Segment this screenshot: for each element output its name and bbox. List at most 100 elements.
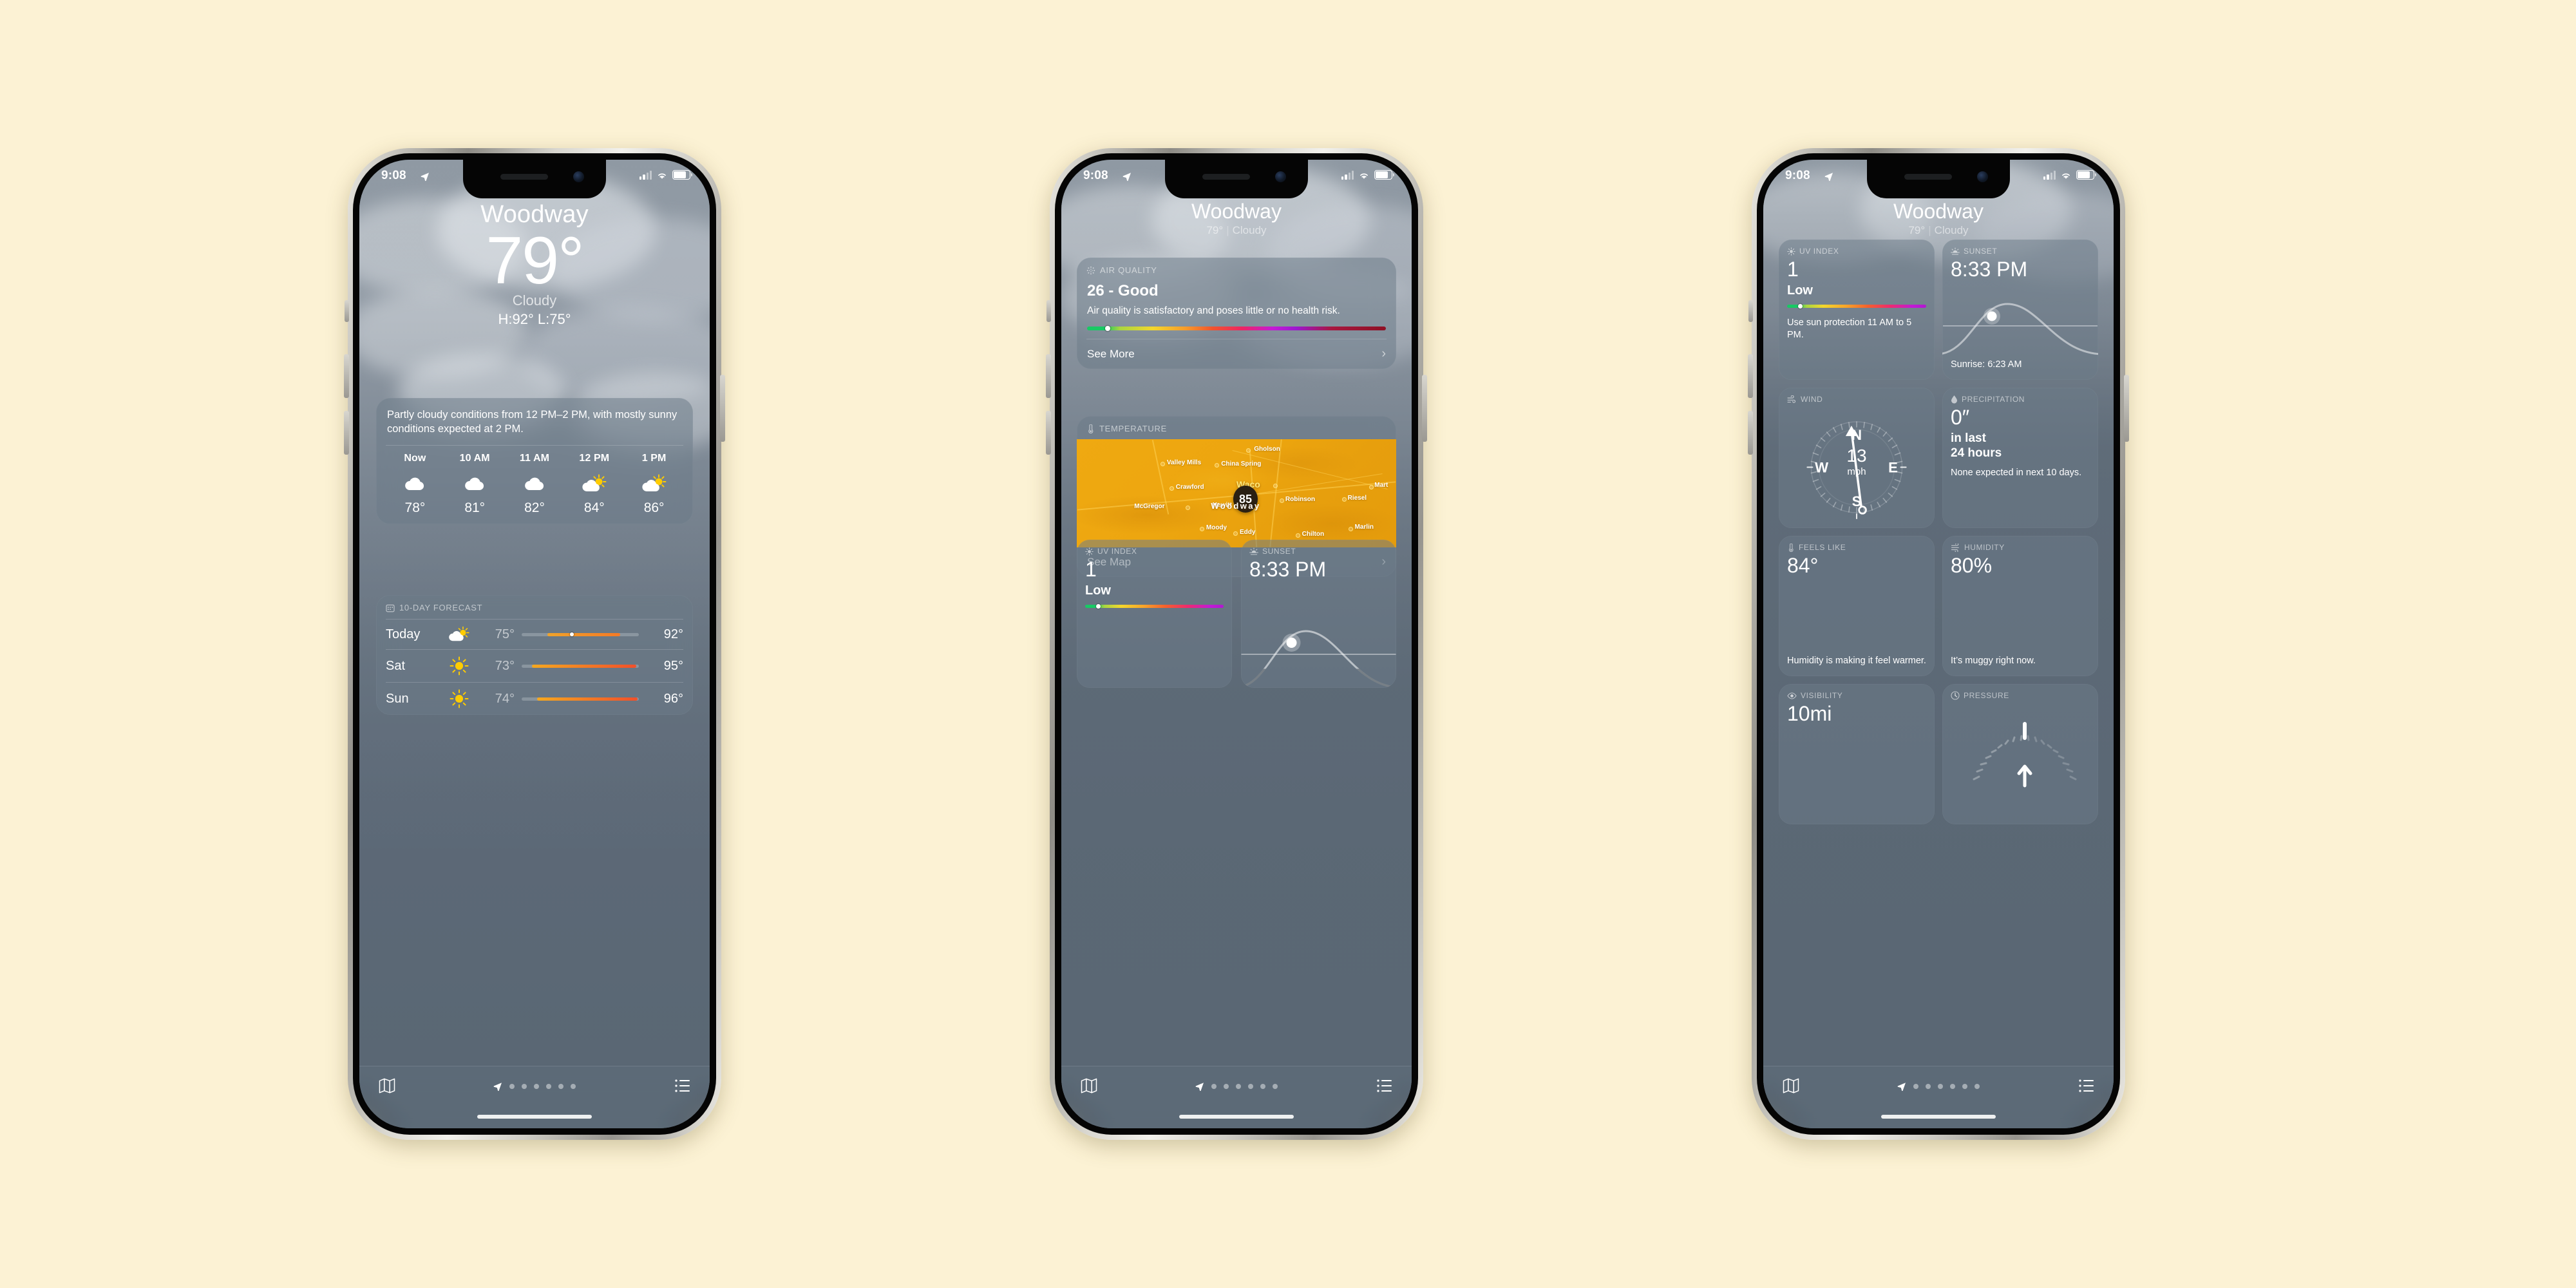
wind-header: WIND (1779, 388, 1935, 404)
cellular-bars-icon (2043, 170, 2056, 180)
uv-index-value: 1 (1085, 558, 1097, 581)
page-dot[interactable] (1211, 1084, 1217, 1089)
pressure-card[interactable]: PRESSURE (1942, 684, 2098, 824)
temperature-map-image[interactable]: Gholson Valley Mills China Spring Crawfo… (1077, 439, 1396, 547)
page-dot[interactable] (1950, 1084, 1955, 1089)
cloud-sun-icon (624, 471, 684, 497)
humidity-header: HUMIDITY (1942, 536, 2098, 552)
page-dot[interactable] (1236, 1084, 1241, 1089)
wind-card[interactable]: WIND N W E S 13 mph (1779, 388, 1935, 528)
uv-index-header-label: UV INDEX (1097, 547, 1137, 556)
ten-day-forecast-card[interactable]: 10-DAY FORECAST Today 75° 92° Sat 73° 95… (376, 595, 693, 715)
uv-index-header: UV INDEX (1077, 540, 1232, 556)
mute-switch[interactable] (1748, 300, 1753, 322)
hour-label: Now (404, 452, 426, 464)
page-dot[interactable] (522, 1084, 527, 1089)
uv-index-level: Low (1085, 583, 1111, 598)
air-quality-scale (1087, 326, 1386, 332)
sunset-header-label: SUNSET (1262, 547, 1296, 556)
list-icon[interactable] (1377, 1079, 1392, 1093)
page-indicator[interactable] (1897, 1082, 1980, 1091)
list-icon[interactable] (675, 1079, 690, 1093)
hourly-item[interactable]: 1 PM 86° (624, 453, 684, 516)
map-icon[interactable] (379, 1077, 395, 1094)
sunset-card[interactable]: SUNSET 8:33 PM (1241, 540, 1396, 688)
volume-up-button[interactable] (1748, 354, 1753, 398)
see-more-button[interactable]: See More › (1077, 339, 1396, 369)
page-dot[interactable] (546, 1084, 551, 1089)
precipitation-header: PRECIPITATION (1942, 388, 2098, 404)
map-town-label: Riesel (1347, 494, 1367, 502)
map-icon[interactable] (1783, 1077, 1799, 1094)
mute-switch[interactable] (1046, 300, 1051, 322)
page-title: Woodway (1893, 200, 1984, 223)
wifi-icon (658, 173, 666, 179)
page-dot[interactable] (1913, 1084, 1918, 1089)
hourly-item[interactable]: 12 PM 84° (564, 453, 624, 516)
forecast-row[interactable]: Sat 73° 95° (376, 650, 693, 682)
page-dot[interactable] (1260, 1084, 1265, 1089)
hourly-item[interactable]: Now 78° (385, 453, 445, 516)
page-dot[interactable] (1962, 1084, 1967, 1089)
page-indicator[interactable] (493, 1082, 576, 1091)
uv-index-scale (1085, 604, 1224, 609)
hourly-item[interactable]: 11 AM 82° (505, 453, 565, 516)
power-button[interactable] (720, 375, 725, 442)
page-dot[interactable] (509, 1084, 515, 1089)
home-indicator[interactable] (1881, 1115, 1996, 1119)
volume-up-button[interactable] (344, 354, 349, 398)
chevron-right-icon: › (1381, 346, 1386, 361)
cloud-sun-icon (564, 471, 624, 497)
precipitation-card[interactable]: PRECIPITATION 0″ in last 24 hours None e… (1942, 388, 2098, 528)
volume-down-button[interactable] (1748, 411, 1753, 455)
volume-up-button[interactable] (1046, 354, 1051, 398)
volume-down-button[interactable] (1046, 411, 1051, 455)
sunset-header: SUNSET (1241, 540, 1396, 556)
air-quality-card[interactable]: AIR QUALITY 26 - Good Air quality is sat… (1077, 258, 1396, 370)
sun-icon (1085, 547, 1094, 556)
hour-temp: 82° (524, 500, 545, 515)
visibility-card[interactable]: VISIBILITY 10mi (1779, 684, 1935, 824)
humidity-note: It’s muggy right now. (1951, 656, 2036, 667)
page-dot[interactable] (1224, 1084, 1229, 1089)
hourly-row[interactable]: Now 78° 10 AM 81° 11 AM 82° 12 PM 84° 1 … (376, 446, 693, 524)
home-indicator[interactable] (477, 1115, 592, 1119)
mute-switch[interactable] (345, 300, 349, 322)
location-arrow-icon (1122, 172, 1132, 181)
page-dot[interactable] (1938, 1084, 1943, 1089)
volume-down-button[interactable] (344, 411, 349, 455)
page-dot[interactable] (558, 1084, 564, 1089)
status-time: 9:08 (1083, 169, 1108, 182)
sunset-card[interactable]: SUNSET 8:33 PM Sunrise: 6:23 AM (1942, 240, 2098, 380)
page-title: Woodway (1191, 200, 1282, 223)
visibility-value: 10mi (1787, 702, 1832, 725)
uv-index-card[interactable]: UV INDEX 1 Low Use sun protection 11 AM … (1779, 240, 1935, 380)
map-icon[interactable] (1081, 1077, 1097, 1094)
bottom-toolbar (359, 1066, 710, 1128)
bottom-toolbar (1763, 1066, 2114, 1128)
page-dot[interactable] (1273, 1084, 1278, 1089)
hourly-forecast-card[interactable]: Partly cloudy conditions from 12 PM–2 PM… (376, 398, 693, 524)
hourly-item[interactable]: 10 AM 81° (445, 453, 505, 516)
uv-index-card[interactable]: UV INDEX 1 Low (1077, 540, 1232, 688)
precipitation-value: 0″ (1951, 406, 1970, 429)
power-button[interactable] (1422, 375, 1427, 442)
page-dot[interactable] (1975, 1084, 1980, 1089)
feels-like-header: FEELS LIKE (1779, 536, 1935, 552)
humidity-card[interactable]: HUMIDITY 80% It’s muggy right now. (1942, 536, 2098, 676)
list-icon[interactable] (2079, 1079, 2094, 1093)
page-indicator[interactable] (1195, 1082, 1278, 1091)
forecast-row[interactable]: Sun 74° 96° (376, 683, 693, 715)
status-indicators (1341, 170, 1394, 180)
page-dot[interactable] (1248, 1084, 1253, 1089)
power-button[interactable] (2124, 375, 2129, 442)
battery-icon (672, 170, 692, 180)
forecast-row[interactable]: Today 75° 92° (376, 620, 693, 649)
page-dot[interactable] (1926, 1084, 1931, 1089)
map-town-label: McGregor (1134, 503, 1165, 511)
page-dot[interactable] (571, 1084, 576, 1089)
home-indicator[interactable] (1179, 1115, 1294, 1119)
feels-like-card[interactable]: FEELS LIKE 84° Humidity is making it fee… (1779, 536, 1935, 676)
high-temp: 92° (663, 627, 683, 641)
page-dot[interactable] (534, 1084, 539, 1089)
